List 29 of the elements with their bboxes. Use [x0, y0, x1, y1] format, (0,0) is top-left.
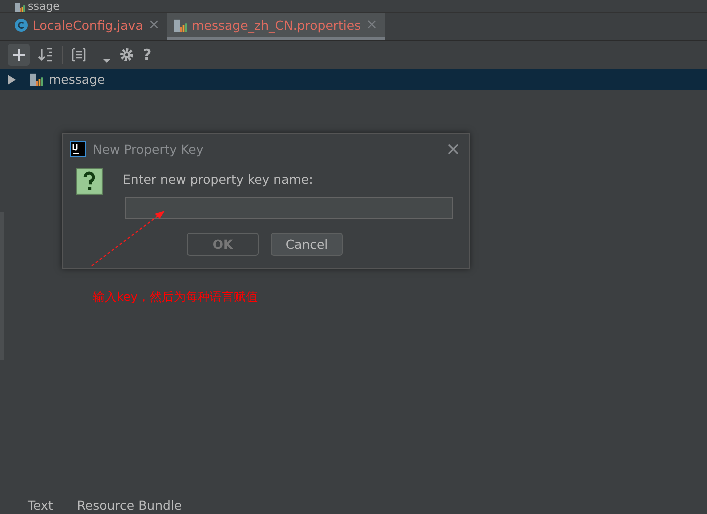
sort-icon[interactable]	[38, 47, 54, 63]
group-icon[interactable]	[71, 47, 87, 63]
add-icon[interactable]	[8, 44, 30, 66]
tree-item[interactable]: message	[0, 69, 707, 90]
expand-arrow-icon[interactable]	[8, 74, 16, 84]
dropdown-icon[interactable]	[103, 59, 111, 63]
view-tab[interactable]: Text	[28, 498, 54, 514]
bundle-icon	[174, 18, 188, 32]
settings-icon[interactable]	[119, 47, 135, 63]
prompt-label: Enter new property key name:	[123, 172, 314, 189]
dialog-title: New Property Key	[93, 142, 205, 156]
tab-label: message_zh_CN.properties	[192, 18, 362, 32]
editor-tab[interactable]: LocaleConfig.java ×	[8, 13, 168, 40]
close-icon[interactable]: ×	[148, 17, 160, 33]
question-icon	[76, 168, 103, 195]
close-icon[interactable]: ×	[366, 17, 378, 33]
class-icon	[15, 18, 28, 32]
input-field[interactable]	[125, 197, 453, 219]
bundle-icon	[30, 73, 43, 86]
tab-label: LocaleConfig.java	[33, 18, 144, 32]
window-title: ssage	[28, 1, 60, 12]
annotation-text: 输入key，然后为每种语言赋值	[93, 289, 258, 306]
view-tab[interactable]: Resource Bundle	[77, 498, 182, 514]
bundle-icon	[14, 2, 26, 12]
editor-tab[interactable]: message_zh_CN.properties ×	[167, 13, 385, 40]
app-icon	[70, 141, 86, 157]
close-icon[interactable]: ×	[446, 138, 461, 160]
help-button[interactable]: ?	[143, 46, 152, 64]
dialog-button[interactable]: Cancel	[271, 233, 343, 256]
